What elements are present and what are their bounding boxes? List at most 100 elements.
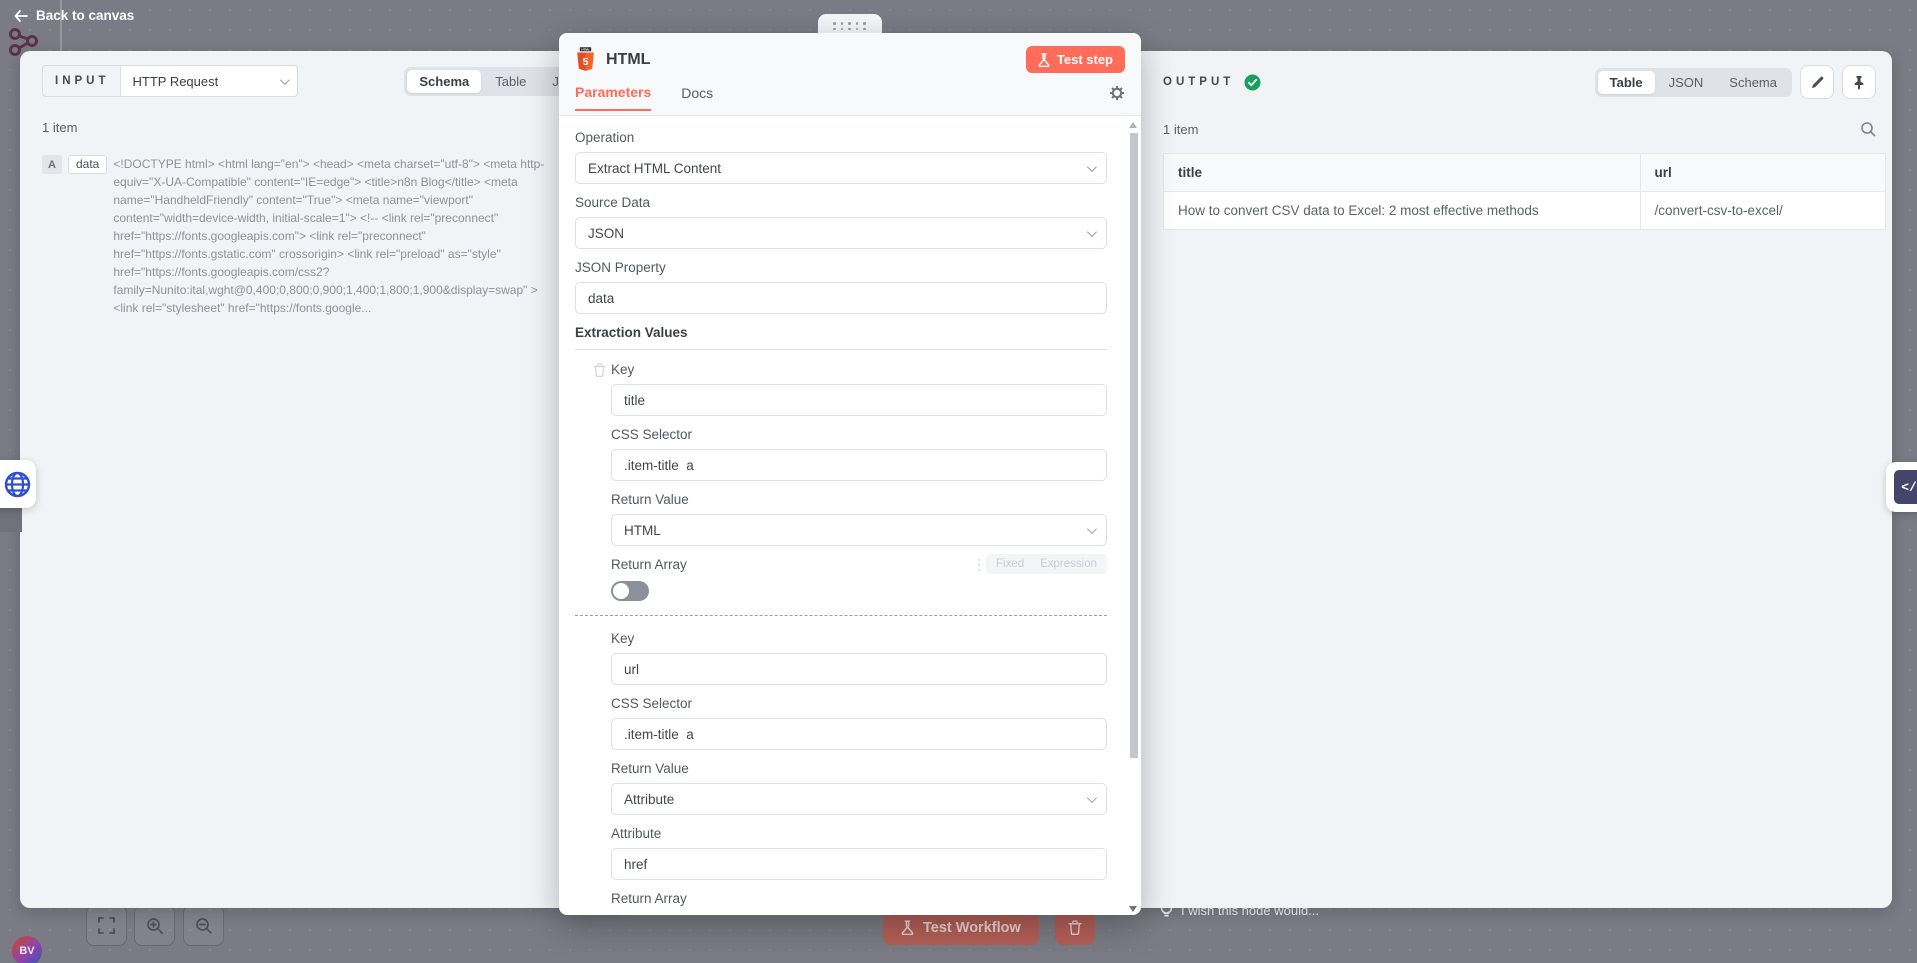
test-workflow-button[interactable]: Test Workflow bbox=[883, 910, 1039, 945]
scrollbar-up-arrow[interactable] bbox=[1129, 122, 1137, 128]
tab-docs[interactable]: Docs bbox=[681, 85, 713, 110]
edit-output-button[interactable] bbox=[1800, 65, 1834, 99]
flask-icon bbox=[1038, 53, 1050, 67]
test-step-label: Test step bbox=[1057, 52, 1113, 67]
back-to-canvas-button[interactable]: Back to canvas bbox=[14, 8, 134, 23]
delete-workflow-button[interactable] bbox=[1055, 910, 1095, 945]
scrollbar-down-arrow[interactable] bbox=[1129, 906, 1137, 912]
output-column-url: url bbox=[1640, 154, 1885, 192]
arrow-left-icon bbox=[14, 10, 28, 22]
zoom-in-icon bbox=[146, 917, 164, 935]
output-view-tabs: Table JSON Schema bbox=[1595, 68, 1792, 97]
fixed-expression-toggle[interactable]: Fixed Expression bbox=[978, 554, 1107, 574]
output-panel: OUTPUT Table JSON Schema 1 item title ur… bbox=[1133, 51, 1892, 908]
input-source-value: HTTP Request bbox=[133, 74, 219, 89]
zoom-in-button[interactable] bbox=[134, 905, 175, 946]
parameters-panel: Operation Extract HTML Content Source Da… bbox=[559, 117, 1141, 915]
http-request-node-stub[interactable] bbox=[0, 460, 36, 508]
code-node-stub[interactable]: </ bbox=[1886, 462, 1917, 512]
back-to-canvas-label: Back to canvas bbox=[36, 8, 134, 23]
return-value-select[interactable]: HTML bbox=[611, 514, 1107, 546]
field-value-preview: <!DOCTYPE html> <html lang="en"> <head> … bbox=[113, 155, 545, 317]
node-detail-view: HTML 5 HTML Test step Parameters Docs bbox=[559, 33, 1141, 915]
chevron-down-icon bbox=[1087, 162, 1097, 172]
output-tab-table[interactable]: Table bbox=[1598, 71, 1655, 94]
fixed-pill[interactable]: Fixed bbox=[990, 557, 1030, 571]
output-search-button[interactable] bbox=[1860, 121, 1876, 137]
chevron-down-icon bbox=[1087, 524, 1097, 534]
svg-text:5: 5 bbox=[583, 56, 589, 68]
schema-field-row[interactable]: A data <!DOCTYPE html> <html lang="en"> … bbox=[42, 155, 602, 317]
input-tab-schema[interactable]: Schema bbox=[407, 70, 481, 93]
operation-select[interactable]: Extract HTML Content bbox=[575, 152, 1107, 184]
trash-icon bbox=[593, 363, 606, 377]
toggle-knob bbox=[613, 583, 629, 599]
attribute-input[interactable] bbox=[611, 848, 1107, 880]
css-selector-input[interactable] bbox=[611, 718, 1107, 750]
output-cell-url: /convert-csv-to-excel/ bbox=[1640, 192, 1885, 230]
output-items-count: 1 item bbox=[1163, 122, 1198, 137]
zoom-to-fit-button[interactable] bbox=[86, 905, 127, 946]
test-step-button[interactable]: Test step bbox=[1026, 46, 1125, 73]
key-input[interactable] bbox=[611, 653, 1107, 685]
attribute-label: Attribute bbox=[611, 826, 1107, 841]
tab-parameters[interactable]: Parameters bbox=[575, 84, 651, 111]
return-value-value: Attribute bbox=[624, 792, 674, 807]
css-selector-label: CSS Selector bbox=[611, 696, 1107, 711]
key-label: Key bbox=[611, 362, 1107, 377]
group-separator bbox=[575, 615, 1107, 616]
trash-icon bbox=[1068, 920, 1082, 935]
html5-node-icon: HTML 5 bbox=[575, 47, 596, 72]
field-type-badge: A bbox=[42, 155, 62, 174]
return-array-label: Return Array bbox=[611, 891, 1107, 906]
search-icon bbox=[1860, 121, 1876, 137]
scrollbar-thumb[interactable] bbox=[1130, 133, 1138, 758]
pencil-icon bbox=[1810, 75, 1825, 90]
key-input[interactable] bbox=[611, 384, 1107, 416]
return-value-value: HTML bbox=[624, 523, 661, 538]
output-panel-title: OUTPUT bbox=[1163, 76, 1234, 88]
code-node-icon: </ bbox=[1894, 470, 1917, 504]
source-data-value: JSON bbox=[588, 226, 624, 241]
css-selector-label: CSS Selector bbox=[611, 427, 1107, 442]
source-data-select[interactable]: JSON bbox=[575, 217, 1107, 249]
input-panel: INPUT HTTP Request Schema Table JSON 1 i… bbox=[20, 51, 620, 908]
expression-pill[interactable]: Expression bbox=[1034, 557, 1103, 571]
output-table: title url How to convert CSV data to Exc… bbox=[1163, 153, 1886, 230]
input-tab-table[interactable]: Table bbox=[483, 70, 538, 93]
pin-icon bbox=[1852, 75, 1866, 90]
extraction-values-title: Extraction Values bbox=[575, 325, 1107, 350]
chevron-down-icon bbox=[1087, 793, 1097, 803]
node-title: HTML bbox=[606, 51, 650, 69]
json-property-input[interactable] bbox=[575, 282, 1107, 314]
field-name-pill[interactable]: data bbox=[68, 155, 107, 174]
output-table-row[interactable]: How to convert CSV data to Excel: 2 most… bbox=[1164, 192, 1886, 230]
pin-data-button[interactable] bbox=[1842, 65, 1876, 99]
json-property-label: JSON Property bbox=[575, 260, 1107, 275]
return-value-select[interactable]: Attribute bbox=[611, 783, 1107, 815]
input-items-count: 1 item bbox=[42, 120, 77, 135]
globe-icon bbox=[4, 471, 31, 498]
input-source-select[interactable]: HTTP Request bbox=[120, 65, 298, 97]
node-settings-button[interactable] bbox=[1109, 85, 1125, 110]
input-panel-title: INPUT bbox=[55, 75, 110, 87]
gear-icon bbox=[1109, 85, 1125, 101]
source-data-label: Source Data bbox=[575, 195, 1107, 210]
node-behind-stub bbox=[0, 508, 22, 532]
input-label-box: INPUT bbox=[42, 65, 120, 97]
return-value-label: Return Value bbox=[611, 492, 1107, 507]
output-tab-schema[interactable]: Schema bbox=[1717, 71, 1789, 94]
zoom-out-icon bbox=[195, 917, 213, 935]
return-array-toggle[interactable] bbox=[611, 581, 649, 601]
user-avatar[interactable]: BV bbox=[12, 936, 42, 963]
operation-value: Extract HTML Content bbox=[588, 161, 721, 176]
output-tab-json[interactable]: JSON bbox=[1657, 71, 1716, 94]
success-check-icon bbox=[1244, 74, 1261, 91]
zoom-out-button[interactable] bbox=[183, 905, 224, 946]
return-value-label: Return Value bbox=[611, 761, 1107, 776]
delete-extraction-button[interactable] bbox=[593, 363, 606, 382]
css-selector-input[interactable] bbox=[611, 449, 1107, 481]
avatar-initials: BV bbox=[19, 945, 34, 957]
options-dots-icon bbox=[978, 559, 980, 561]
flask-icon bbox=[901, 920, 914, 935]
